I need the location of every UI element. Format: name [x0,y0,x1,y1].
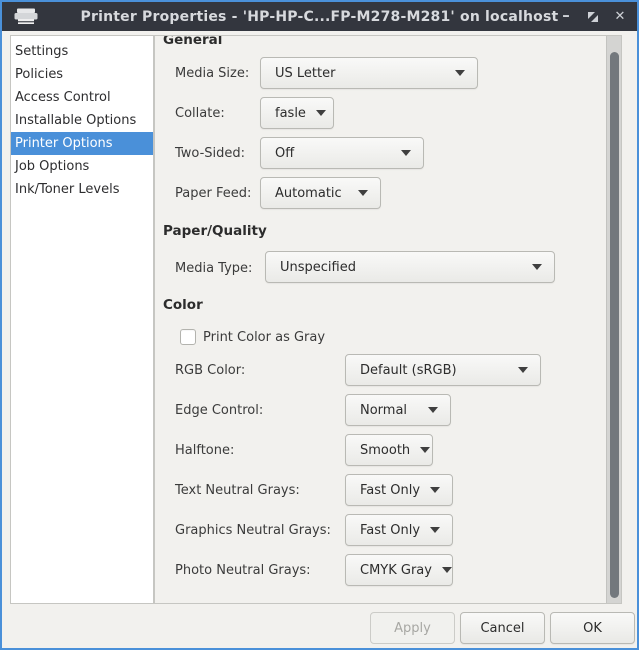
chevron-down-icon [430,487,440,493]
text-neutral-grays-dropdown[interactable]: Fast Only [345,474,453,506]
close-button[interactable]: ✕ [611,7,629,27]
sidebar-item-printer-options[interactable]: Printer Options [11,132,153,155]
chevron-down-icon [358,190,368,196]
chevron-down-icon [401,150,411,156]
media-size-dropdown[interactable]: US Letter [260,57,478,89]
print-color-as-gray-label: Print Color as Gray [203,329,325,346]
scrollbar-thumb[interactable] [610,52,619,598]
ok-button[interactable]: OK [550,612,635,644]
paper-feed-label: Paper Feed: [175,185,251,202]
photo-neutral-grays-dropdown[interactable]: CMYK Gray [345,554,453,586]
text-neutral-grays-label: Text Neutral Grays: [175,482,300,499]
chevron-down-icon [316,110,326,116]
two-sided-label: Two-Sided: [175,145,245,162]
collate-label: Collate: [175,105,225,122]
sidebar-item-access-control[interactable]: Access Control [11,86,153,109]
vertical-scrollbar[interactable] [606,36,621,603]
text-neutral-grays-value: Fast Only [360,483,420,498]
chevron-down-icon [420,447,430,453]
window-controls: – ✕ [557,2,629,31]
minimize-button[interactable]: – [557,7,575,27]
media-type-label: Media Type: [175,260,252,277]
edge-control-dropdown[interactable]: Normal [345,394,451,426]
restore-icon [587,11,599,23]
titlebar: Printer Properties - 'HP-HP-C...FP-M278-… [2,2,637,31]
printer-options-panel: General Media Size: US Letter Collate: f… [154,35,622,604]
two-sided-value: Off [275,146,294,161]
restore-button[interactable] [584,7,602,27]
sidebar-item-policies[interactable]: Policies [11,63,153,86]
section-general: General [163,35,222,48]
halftone-value: Smooth [360,443,410,458]
media-size-label: Media Size: [175,65,249,82]
chevron-down-icon [430,527,440,533]
rgb-color-value: Default (sRGB) [360,363,457,378]
sidebar: Settings Policies Access Control Install… [10,35,154,604]
edge-control-label: Edge Control: [175,402,263,419]
paper-feed-value: Automatic [275,186,342,201]
media-size-value: US Letter [275,66,335,81]
graphics-neutral-grays-dropdown[interactable]: Fast Only [345,514,453,546]
print-color-as-gray-checkbox[interactable] [180,329,196,345]
edge-control-value: Normal [360,403,407,418]
cancel-button[interactable]: Cancel [460,612,545,644]
printer-properties-window: Printer Properties - 'HP-HP-C...FP-M278-… [0,0,639,650]
paper-feed-dropdown[interactable]: Automatic [260,177,381,209]
apply-button[interactable]: Apply [370,612,455,644]
sidebar-item-settings[interactable]: Settings [11,40,153,63]
graphics-neutral-grays-value: Fast Only [360,523,420,538]
photo-neutral-grays-value: CMYK Gray [360,563,432,578]
sidebar-item-installable-options[interactable]: Installable Options [11,109,153,132]
chevron-down-icon [532,264,542,270]
sidebar-item-job-options[interactable]: Job Options [11,155,153,178]
media-type-dropdown[interactable]: Unspecified [265,251,555,283]
chevron-down-icon [455,70,465,76]
chevron-down-icon [428,407,438,413]
photo-neutral-grays-label: Photo Neutral Grays: [175,562,311,579]
halftone-dropdown[interactable]: Smooth [345,434,433,466]
collate-dropdown[interactable]: fasle [260,97,334,129]
rgb-color-label: RGB Color: [175,362,245,379]
halftone-label: Halftone: [175,442,234,459]
window-title: Printer Properties - 'HP-HP-C...FP-M278-… [2,9,637,25]
sidebar-item-ink-toner-levels[interactable]: Ink/Toner Levels [11,178,153,201]
graphics-neutral-grays-label: Graphics Neutral Grays: [175,522,331,539]
section-color: Color [163,297,203,313]
two-sided-dropdown[interactable]: Off [260,137,424,169]
collate-value: fasle [275,106,306,121]
section-paper-quality: Paper/Quality [163,223,267,239]
rgb-color-dropdown[interactable]: Default (sRGB) [345,354,541,386]
media-type-value: Unspecified [280,260,356,275]
chevron-down-icon [518,367,528,373]
chevron-down-icon [442,567,452,573]
